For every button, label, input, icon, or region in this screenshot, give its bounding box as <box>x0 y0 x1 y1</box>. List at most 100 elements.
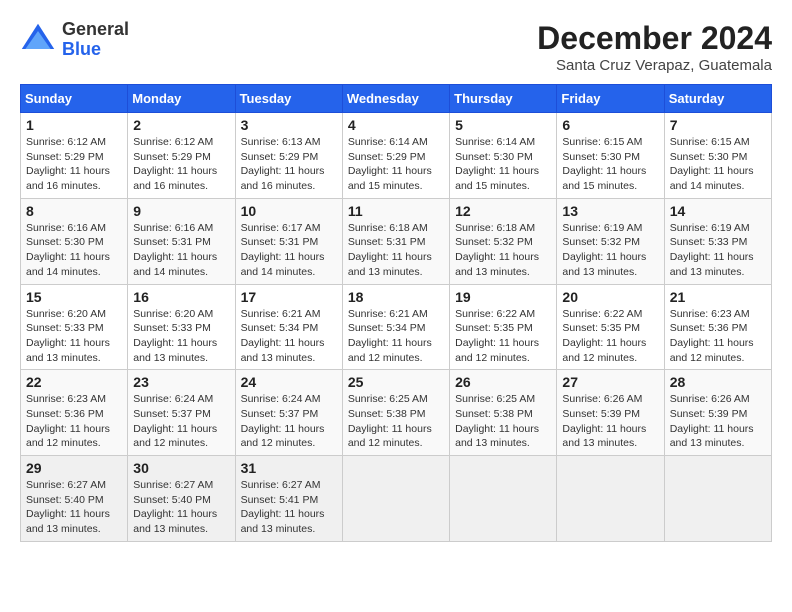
calendar-cell: 16Sunrise: 6:20 AM Sunset: 5:33 PM Dayli… <box>128 284 235 370</box>
calendar-cell <box>557 456 664 542</box>
calendar-day-header: Sunday <box>21 85 128 113</box>
day-number: 9 <box>133 203 229 219</box>
day-number: 12 <box>455 203 551 219</box>
day-info: Sunrise: 6:23 AM Sunset: 5:36 PM Dayligh… <box>26 392 122 451</box>
logo-general: General <box>62 20 129 40</box>
calendar-week-row: 22 Sunrise: 6:23 AM Sunset: 5:36 PM Dayli… <box>21 370 772 456</box>
calendar-cell: 15 Sunrise: 6:20 AM Sunset: 5:33 PM Dayli… <box>21 284 128 370</box>
page-header: General Blue December 2024 Santa Cruz Ve… <box>20 20 772 74</box>
calendar-week-row: 1 Sunrise: 6:12 AM Sunset: 5:29 PM Daylig… <box>21 113 772 199</box>
calendar-cell: 17Sunrise: 6:21 AM Sunset: 5:34 PM Dayli… <box>235 284 342 370</box>
calendar-cell: 1 Sunrise: 6:12 AM Sunset: 5:29 PM Daylig… <box>21 113 128 199</box>
logo-text: General Blue <box>62 20 129 60</box>
calendar-cell: 31 Sunrise: 6:27 AM Sunset: 5:41 PM Dayli… <box>235 456 342 542</box>
day-number: 7 <box>670 117 766 133</box>
day-info: Sunrise: 6:12 AM Sunset: 5:29 PM Dayligh… <box>133 135 229 194</box>
day-info: Sunrise: 6:15 AM Sunset: 5:30 PM Dayligh… <box>562 135 658 194</box>
day-number: 24 <box>241 374 337 390</box>
calendar-cell: 30Sunrise: 6:27 AM Sunset: 5:40 PM Dayli… <box>128 456 235 542</box>
calendar-cell: 11Sunrise: 6:18 AM Sunset: 5:31 PM Dayli… <box>342 198 449 284</box>
day-info: Sunrise: 6:17 AM Sunset: 5:31 PM Dayligh… <box>241 221 337 280</box>
day-number: 10 <box>241 203 337 219</box>
calendar-cell: 23Sunrise: 6:24 AM Sunset: 5:37 PM Dayli… <box>128 370 235 456</box>
calendar-cell: 21 Sunrise: 6:23 AM Sunset: 5:36 PM Dayli… <box>664 284 771 370</box>
calendar-cell: 26 Sunrise: 6:25 AM Sunset: 5:38 PM Dayli… <box>450 370 557 456</box>
calendar-cell: 18Sunrise: 6:21 AM Sunset: 5:34 PM Dayli… <box>342 284 449 370</box>
calendar-table: SundayMondayTuesdayWednesdayThursdayFrid… <box>20 84 772 542</box>
day-number: 19 <box>455 289 551 305</box>
calendar-cell <box>342 456 449 542</box>
calendar-cell: 19 Sunrise: 6:22 AM Sunset: 5:35 PM Dayli… <box>450 284 557 370</box>
day-info: Sunrise: 6:26 AM Sunset: 5:39 PM Dayligh… <box>562 392 658 451</box>
day-info: Sunrise: 6:22 AM Sunset: 5:35 PM Dayligh… <box>455 307 551 366</box>
day-info: Sunrise: 6:21 AM Sunset: 5:34 PM Dayligh… <box>348 307 444 366</box>
calendar-cell: 14 Sunrise: 6:19 AM Sunset: 5:33 PM Dayli… <box>664 198 771 284</box>
calendar-day-header: Friday <box>557 85 664 113</box>
calendar-day-header: Monday <box>128 85 235 113</box>
calendar-header-row: SundayMondayTuesdayWednesdayThursdayFrid… <box>21 85 772 113</box>
calendar-day-header: Thursday <box>450 85 557 113</box>
day-info: Sunrise: 6:15 AM Sunset: 5:30 PM Dayligh… <box>670 135 766 194</box>
calendar-cell: 13 Sunrise: 6:19 AM Sunset: 5:32 PM Dayli… <box>557 198 664 284</box>
day-number: 29 <box>26 460 122 476</box>
calendar-cell <box>450 456 557 542</box>
day-info: Sunrise: 6:12 AM Sunset: 5:29 PM Dayligh… <box>26 135 122 194</box>
day-info: Sunrise: 6:22 AM Sunset: 5:35 PM Dayligh… <box>562 307 658 366</box>
calendar-cell: 7 Sunrise: 6:15 AM Sunset: 5:30 PM Daylig… <box>664 113 771 199</box>
day-info: Sunrise: 6:21 AM Sunset: 5:34 PM Dayligh… <box>241 307 337 366</box>
day-info: Sunrise: 6:14 AM Sunset: 5:29 PM Dayligh… <box>348 135 444 194</box>
logo: General Blue <box>20 20 129 60</box>
day-number: 3 <box>241 117 337 133</box>
calendar-day-header: Saturday <box>664 85 771 113</box>
day-number: 6 <box>562 117 658 133</box>
day-number: 14 <box>670 203 766 219</box>
day-info: Sunrise: 6:16 AM Sunset: 5:30 PM Dayligh… <box>26 221 122 280</box>
day-info: Sunrise: 6:27 AM Sunset: 5:40 PM Dayligh… <box>26 478 122 537</box>
day-number: 23 <box>133 374 229 390</box>
day-number: 28 <box>670 374 766 390</box>
calendar-cell: 6 Sunrise: 6:15 AM Sunset: 5:30 PM Daylig… <box>557 113 664 199</box>
calendar-cell <box>664 456 771 542</box>
day-info: Sunrise: 6:19 AM Sunset: 5:33 PM Dayligh… <box>670 221 766 280</box>
day-number: 13 <box>562 203 658 219</box>
day-number: 15 <box>26 289 122 305</box>
day-number: 25 <box>348 374 444 390</box>
day-info: Sunrise: 6:18 AM Sunset: 5:31 PM Dayligh… <box>348 221 444 280</box>
calendar-cell: 2Sunrise: 6:12 AM Sunset: 5:29 PM Daylig… <box>128 113 235 199</box>
day-info: Sunrise: 6:25 AM Sunset: 5:38 PM Dayligh… <box>455 392 551 451</box>
calendar-cell: 5Sunrise: 6:14 AM Sunset: 5:30 PM Daylig… <box>450 113 557 199</box>
day-number: 20 <box>562 289 658 305</box>
title-section: December 2024 Santa Cruz Verapaz, Guatem… <box>537 20 772 74</box>
calendar-cell: 27 Sunrise: 6:26 AM Sunset: 5:39 PM Dayli… <box>557 370 664 456</box>
day-info: Sunrise: 6:23 AM Sunset: 5:36 PM Dayligh… <box>670 307 766 366</box>
day-number: 8 <box>26 203 122 219</box>
day-number: 26 <box>455 374 551 390</box>
day-info: Sunrise: 6:25 AM Sunset: 5:38 PM Dayligh… <box>348 392 444 451</box>
calendar-cell: 20 Sunrise: 6:22 AM Sunset: 5:35 PM Dayli… <box>557 284 664 370</box>
calendar-cell: 3 Sunrise: 6:13 AM Sunset: 5:29 PM Daylig… <box>235 113 342 199</box>
calendar-cell: 22 Sunrise: 6:23 AM Sunset: 5:36 PM Dayli… <box>21 370 128 456</box>
day-number: 31 <box>241 460 337 476</box>
calendar-cell: 24Sunrise: 6:24 AM Sunset: 5:37 PM Dayli… <box>235 370 342 456</box>
day-number: 16 <box>133 289 229 305</box>
location: Santa Cruz Verapaz, Guatemala <box>537 57 772 74</box>
day-info: Sunrise: 6:19 AM Sunset: 5:32 PM Dayligh… <box>562 221 658 280</box>
calendar-cell: 8 Sunrise: 6:16 AM Sunset: 5:30 PM Daylig… <box>21 198 128 284</box>
day-number: 27 <box>562 374 658 390</box>
logo-icon <box>20 22 56 58</box>
day-number: 22 <box>26 374 122 390</box>
logo-blue: Blue <box>62 40 129 60</box>
month-year: December 2024 <box>537 20 772 57</box>
day-number: 30 <box>133 460 229 476</box>
day-number: 1 <box>26 117 122 133</box>
day-number: 21 <box>670 289 766 305</box>
day-info: Sunrise: 6:20 AM Sunset: 5:33 PM Dayligh… <box>26 307 122 366</box>
calendar-cell: 28 Sunrise: 6:26 AM Sunset: 5:39 PM Dayli… <box>664 370 771 456</box>
calendar-cell: 12Sunrise: 6:18 AM Sunset: 5:32 PM Dayli… <box>450 198 557 284</box>
calendar-week-row: 29 Sunrise: 6:27 AM Sunset: 5:40 PM Dayli… <box>21 456 772 542</box>
day-info: Sunrise: 6:13 AM Sunset: 5:29 PM Dayligh… <box>241 135 337 194</box>
day-info: Sunrise: 6:26 AM Sunset: 5:39 PM Dayligh… <box>670 392 766 451</box>
calendar-day-header: Tuesday <box>235 85 342 113</box>
calendar-week-row: 15 Sunrise: 6:20 AM Sunset: 5:33 PM Dayli… <box>21 284 772 370</box>
day-info: Sunrise: 6:27 AM Sunset: 5:41 PM Dayligh… <box>241 478 337 537</box>
